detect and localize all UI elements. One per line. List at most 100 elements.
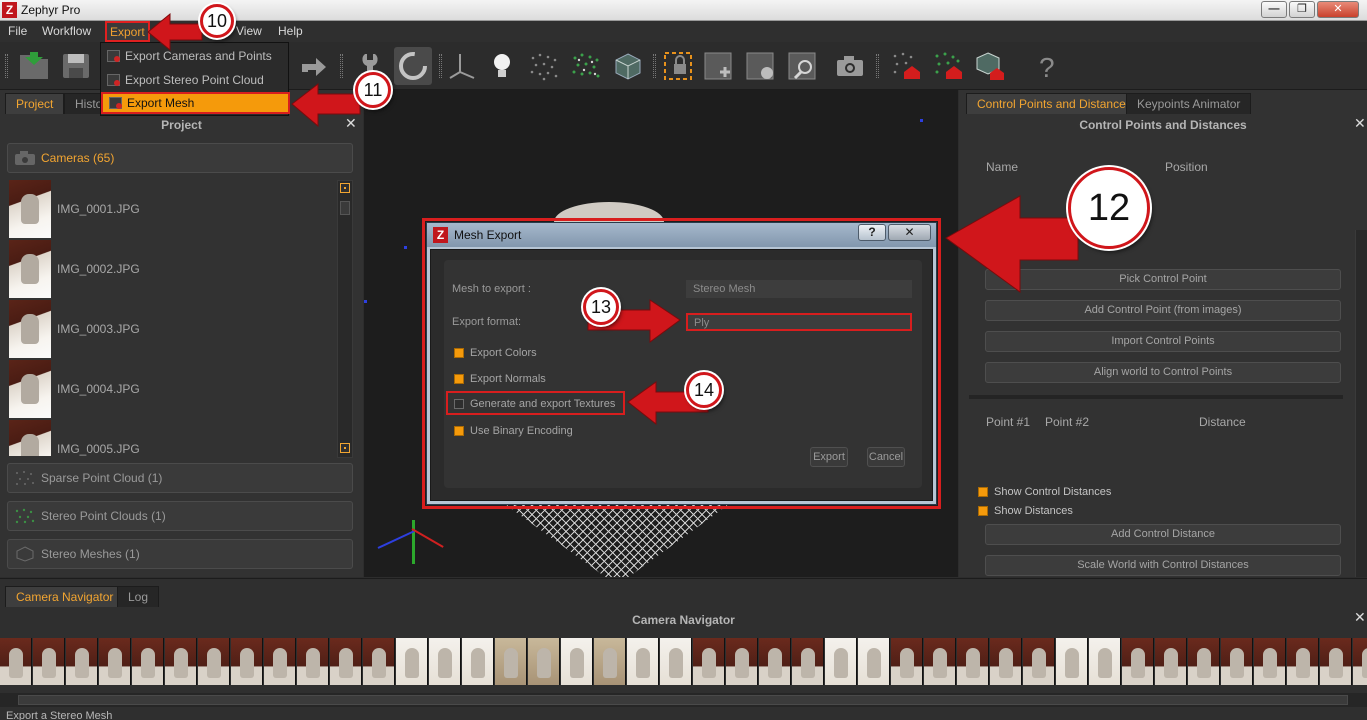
toolbar-grip-5[interactable] xyxy=(876,54,879,78)
rotate-icon[interactable] xyxy=(394,47,432,85)
tab-log[interactable]: Log xyxy=(117,586,160,607)
close-control-panel-icon[interactable]: ✕ xyxy=(1354,116,1366,130)
close-window-button[interactable]: ✕ xyxy=(1317,1,1359,18)
checkbox-box[interactable] xyxy=(978,487,988,497)
sparse-point-cloud-group[interactable]: Sparse Point Cloud (1) xyxy=(7,463,353,493)
tab-project[interactable]: Project xyxy=(5,93,65,114)
align-world-button[interactable]: Align world to Control Points xyxy=(985,362,1341,383)
stereo-meshes-group[interactable]: Stereo Meshes (1) xyxy=(7,539,353,569)
mesh-cube-icon[interactable] xyxy=(612,50,644,82)
camera-list-item[interactable]: IMG_0005.JPG xyxy=(9,420,329,456)
camera-thumbnail[interactable] xyxy=(693,638,725,685)
axis-gizmo-icon[interactable] xyxy=(446,50,478,82)
tab-control-points[interactable]: Control Points and Distances xyxy=(966,93,1143,114)
toolbar-grip-2[interactable] xyxy=(340,54,343,78)
checkbox-box[interactable] xyxy=(454,374,464,384)
camera-thumbnail[interactable] xyxy=(726,638,758,685)
checkbox-box[interactable] xyxy=(454,399,464,409)
camera-thumbnail[interactable] xyxy=(66,638,98,685)
scroll-up-button[interactable] xyxy=(340,183,350,193)
camera-thumbnail[interactable] xyxy=(594,638,626,685)
scale-world-button[interactable]: Scale World with Control Distances xyxy=(985,555,1341,576)
camera-thumbnail[interactable] xyxy=(660,638,692,685)
checkbox-box[interactable] xyxy=(978,506,988,516)
help-icon[interactable]: ? xyxy=(1030,50,1062,83)
export-cloud-icon[interactable] xyxy=(932,50,964,82)
camera-thumbnail[interactable] xyxy=(1023,638,1055,685)
toolbar-grip-4[interactable] xyxy=(653,54,656,78)
camera-thumbnail[interactable] xyxy=(165,638,197,685)
add-control-point-button[interactable]: Add Control Point (from images) xyxy=(985,300,1341,321)
camera-thumbnail[interactable] xyxy=(231,638,263,685)
menu-file[interactable]: File xyxy=(8,24,27,38)
camera-thumbnail[interactable] xyxy=(528,638,560,685)
camera-thumbnail[interactable] xyxy=(1254,638,1286,685)
camera-thumbnail[interactable] xyxy=(99,638,131,685)
camera-thumbnail[interactable] xyxy=(132,638,164,685)
camera-thumbnail[interactable] xyxy=(561,638,593,685)
close-navigator-icon[interactable]: ✕ xyxy=(1354,610,1366,624)
open-project-icon[interactable] xyxy=(18,50,50,82)
filmstrip-scroll-thumb[interactable] xyxy=(18,695,1348,705)
camera-icon[interactable] xyxy=(834,50,866,82)
camera-thumbnail[interactable] xyxy=(1221,638,1253,685)
camera-thumbnail[interactable] xyxy=(462,638,494,685)
camera-thumbnail[interactable] xyxy=(792,638,824,685)
camera-thumbnail[interactable] xyxy=(330,638,362,685)
toolbar-grip-3[interactable] xyxy=(439,54,442,78)
camera-list-item[interactable]: IMG_0004.JPG xyxy=(9,360,329,420)
camera-thumbnail[interactable] xyxy=(1089,638,1121,685)
add-control-distance-button[interactable]: Add Control Distance xyxy=(985,524,1341,545)
camera-thumbnail[interactable] xyxy=(858,638,890,685)
scroll-down-button[interactable] xyxy=(340,443,350,453)
camera-thumbnail[interactable] xyxy=(198,638,230,685)
camera-thumbnail[interactable] xyxy=(1122,638,1154,685)
camera-thumbnail[interactable] xyxy=(627,638,659,685)
right-panel-scrollbar[interactable] xyxy=(1355,230,1367,577)
tab-camera-navigator[interactable]: Camera Navigator xyxy=(5,586,125,607)
camera-thumbnail[interactable] xyxy=(1188,638,1220,685)
export-button[interactable]: Export xyxy=(810,447,848,467)
maximize-button[interactable]: ❐ xyxy=(1289,1,1315,18)
cameras-group-button[interactable]: Cameras (65) xyxy=(7,143,353,173)
camera-list-scrollbar[interactable] xyxy=(337,180,353,458)
mesh-to-export-select[interactable]: Stereo Mesh xyxy=(686,280,912,298)
stereo-point-clouds-group[interactable]: Stereo Point Clouds (1) xyxy=(7,501,353,531)
camera-thumbnail[interactable] xyxy=(924,638,956,685)
camera-thumbnail[interactable] xyxy=(1320,638,1352,685)
export-mesh-icon[interactable] xyxy=(974,50,1006,82)
export-normals-checkbox[interactable]: Export Normals xyxy=(454,372,546,386)
light-bulb-icon[interactable] xyxy=(486,50,518,82)
export-points-icon[interactable] xyxy=(890,50,922,82)
export-format-select[interactable]: Ply xyxy=(686,313,912,331)
dialog-close-button[interactable]: ✕ xyxy=(888,224,931,241)
tab-keypoints-animator[interactable]: Keypoints Animator xyxy=(1126,93,1252,114)
scroll-thumb[interactable] xyxy=(340,201,350,215)
camera-list-item[interactable]: IMG_0002.JPG xyxy=(9,240,329,300)
import-control-points-button[interactable]: Import Control Points xyxy=(985,331,1341,352)
checkbox-box[interactable] xyxy=(454,426,464,436)
dialog-title-bar[interactable]: Z Mesh Export ? ✕ xyxy=(427,223,936,247)
camera-thumbnail[interactable] xyxy=(363,638,395,685)
filmstrip-scrollbar[interactable] xyxy=(0,693,1367,707)
cancel-button[interactable]: Cancel xyxy=(867,447,905,467)
camera-thumbnail[interactable] xyxy=(495,638,527,685)
show-distances-checkbox[interactable]: Show Distances xyxy=(978,504,1073,518)
camera-thumbnail[interactable] xyxy=(297,638,329,685)
camera-list-item[interactable]: IMG_0003.JPG xyxy=(9,300,329,360)
camera-thumbnail[interactable] xyxy=(1353,638,1367,685)
camera-list-item[interactable]: IMG_0001.JPG xyxy=(9,180,329,240)
lock-frame-icon[interactable] xyxy=(662,50,694,82)
panel-divider[interactable] xyxy=(969,395,1343,399)
show-control-distances-checkbox[interactable]: Show Control Distances xyxy=(978,485,1111,499)
menu-help[interactable]: Help xyxy=(278,24,303,38)
dialog-help-button[interactable]: ? xyxy=(858,224,886,241)
save-icon[interactable] xyxy=(60,50,92,82)
zoom-frame-icon[interactable] xyxy=(786,50,818,82)
camera-thumbnail[interactable] xyxy=(990,638,1022,685)
camera-filmstrip[interactable] xyxy=(0,638,1367,685)
camera-thumbnail[interactable] xyxy=(759,638,791,685)
camera-thumbnail[interactable] xyxy=(0,638,32,685)
menu-view[interactable]: View xyxy=(236,24,262,38)
menu-workflow[interactable]: Workflow xyxy=(42,24,91,38)
